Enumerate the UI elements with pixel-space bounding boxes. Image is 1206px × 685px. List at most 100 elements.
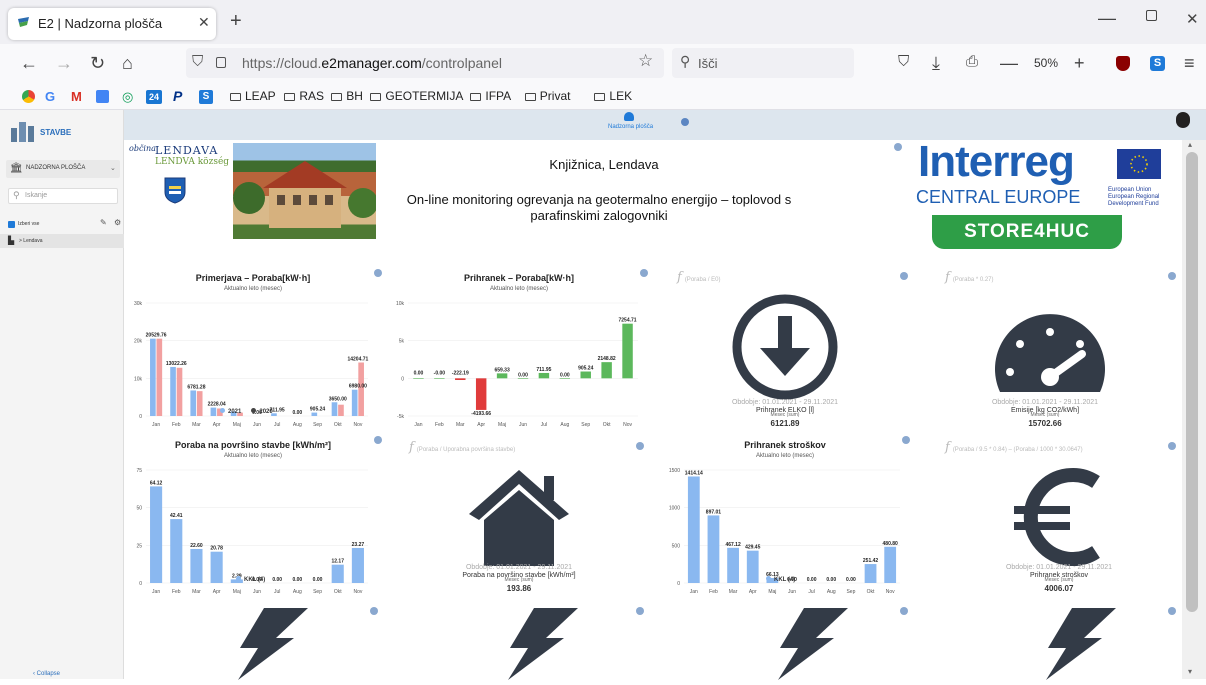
zoom-out-icon[interactable]: — (1000, 53, 1018, 74)
data-label: -4193.66 (471, 411, 491, 417)
new-tab-icon[interactable]: + (230, 10, 242, 33)
widget-settings-icon[interactable] (374, 269, 382, 277)
bookmark-folder[interactable]: RAS (284, 89, 324, 103)
browser-tab-bar: E2 | Nadzorna plošča ✕ + — ✕ (0, 0, 1206, 44)
bookmark-folder-label: BH (346, 89, 363, 103)
pocket-icon[interactable]: ⛉ (898, 53, 909, 70)
edit-icon[interactable]: ✎ (100, 218, 107, 227)
chart-subtitle: Aktualno leto (mesec) (132, 453, 374, 459)
scroll-down-icon[interactable]: ▾ (1188, 667, 1192, 676)
coat-of-arms-icon (163, 176, 187, 209)
bookmark-folder[interactable]: GEOTERMIJA (370, 89, 463, 103)
x-tick-label: Apr (477, 422, 485, 428)
bookmark-folder-label: LEK (609, 89, 632, 103)
header-settings-icon[interactable] (894, 143, 902, 151)
legend-label: 2021 (228, 409, 241, 415)
widget-settings-icon[interactable] (900, 272, 908, 280)
data-label: -222.19 (452, 370, 469, 376)
bookmark-folder[interactable]: LEK (594, 89, 632, 103)
dashboard-select[interactable]: 🏛 NADZORNA PLOŠČA ⌄ (6, 160, 120, 178)
bar (190, 549, 202, 583)
bar (708, 515, 720, 583)
bookmark-star-icon[interactable]: ☆ (638, 51, 653, 71)
bookmark-folder[interactable]: LEAP (230, 89, 276, 103)
translate-bookmark-icon[interactable] (96, 90, 109, 103)
widget-settings-icon[interactable] (370, 607, 378, 615)
data-label: 2228.04 (208, 402, 226, 408)
home-icon[interactable]: ⌂ (122, 53, 133, 74)
x-tick-label: Mar (729, 589, 738, 595)
paypal-bookmark-icon[interactable]: P (173, 88, 182, 104)
widget-settings-icon[interactable] (1168, 607, 1176, 615)
collapse-button[interactable]: ‹ Collapse (33, 671, 60, 677)
widget-settings-icon[interactable] (640, 269, 648, 277)
gmail-bookmark-icon[interactable]: M (71, 89, 82, 104)
scrollbar[interactable]: ▴ ▾ (1182, 140, 1206, 679)
close-tab-icon[interactable]: ✕ (198, 14, 210, 31)
menu-icon[interactable]: ≡ (1184, 53, 1195, 74)
widget-settings-icon[interactable] (1168, 272, 1176, 280)
app-name[interactable]: STAVBE (40, 128, 71, 137)
settings-icon[interactable]: ⚙ (114, 218, 121, 227)
maps-bookmark-icon[interactable]: ◎ (122, 89, 133, 105)
url-prefix: https://cloud. (242, 55, 321, 71)
site-favicon-icon (17, 16, 30, 29)
widget-settings-icon[interactable] (636, 442, 644, 450)
dashboard-tab[interactable]: Nadzorna plošča (608, 124, 653, 130)
scroll-thumb[interactable] (1186, 152, 1198, 612)
bookmark-folder[interactable]: IFPA (470, 89, 511, 103)
browser-tab[interactable]: E2 | Nadzorna plošča ✕ (8, 8, 216, 40)
google-bookmark-icon[interactable]: G (45, 89, 55, 104)
tree-item-lendava[interactable]: ▙ > Lendava (0, 234, 124, 248)
folder-icon (230, 93, 241, 101)
zoom-level[interactable]: 50% (1034, 56, 1058, 70)
restore-icon[interactable] (1146, 10, 1157, 21)
close-window-icon[interactable]: ✕ (1186, 10, 1199, 28)
scroll-up-icon[interactable]: ▴ (1188, 140, 1192, 149)
chart-svg: 10k5k0-5kJanFebMarAprMajJunJulAugSepOktN… (394, 295, 644, 430)
s-bookmark-icon[interactable]: S (199, 90, 213, 104)
function-icon: f (945, 270, 950, 285)
widget-settings-icon[interactable] (1168, 442, 1176, 450)
bookmark-folder[interactable]: BH (331, 89, 363, 103)
widget-settings-icon[interactable] (636, 607, 644, 615)
sidebar-search-input[interactable]: ⚲ Iskanje (8, 188, 118, 204)
ublock-icon[interactable] (1116, 56, 1130, 71)
select-all-label[interactable]: Izberi vse (18, 221, 39, 227)
chart-legend[interactable]: KKL (4) (236, 576, 265, 583)
data-label: 0.00 (272, 577, 282, 583)
legend-dot-icon (766, 576, 771, 581)
zoom-in-icon[interactable]: + (1074, 53, 1085, 74)
dashboard-tab-strip: Nadzorna plošča ⠿ (124, 110, 1206, 140)
lock-icon[interactable] (216, 57, 226, 68)
forward-icon[interactable]: → (55, 53, 73, 74)
data-label: 1414.14 (685, 470, 703, 476)
reload-icon[interactable]: ↻ (90, 53, 105, 74)
extension-s-icon[interactable]: S (1150, 56, 1165, 71)
widget-settings-icon[interactable] (902, 436, 910, 444)
widget-settings-icon[interactable] (900, 607, 908, 615)
user-icon[interactable] (1176, 112, 1190, 128)
x-tick-label: Maj (233, 589, 241, 595)
select-all-checkbox[interactable] (8, 221, 15, 228)
bookmark-24-icon[interactable]: 24 (146, 90, 162, 104)
url-bar[interactable]: ⛉ https://cloud.e2manager.com/controlpan… (186, 48, 664, 78)
data-label: 42.41 (170, 513, 183, 519)
x-tick-label: Jul (274, 589, 280, 595)
widget-settings-icon[interactable] (374, 436, 382, 444)
tab-settings-icon[interactable] (681, 118, 689, 126)
shield-icon[interactable]: ⛉ (192, 53, 203, 70)
legend-item[interactable]: 2021 (220, 409, 241, 415)
print-icon[interactable]: ⎙ (966, 53, 978, 70)
search-bar[interactable]: ⚲ Išči (672, 48, 854, 78)
back-icon[interactable]: ← (20, 53, 38, 74)
chrome-bookmark-icon[interactable] (22, 90, 35, 103)
legend-item[interactable]: 2020 (251, 409, 272, 415)
bookmark-folder[interactable]: Privat (525, 89, 571, 103)
x-tick-label: Nov (623, 422, 632, 428)
legend-label: 2020 (259, 409, 272, 415)
chart-legend[interactable]: KKL (4) (766, 576, 795, 583)
building-icon: ▙ (8, 236, 14, 245)
minimize-icon[interactable]: — (1098, 8, 1116, 29)
download-icon[interactable]: ⤓ (932, 53, 940, 74)
